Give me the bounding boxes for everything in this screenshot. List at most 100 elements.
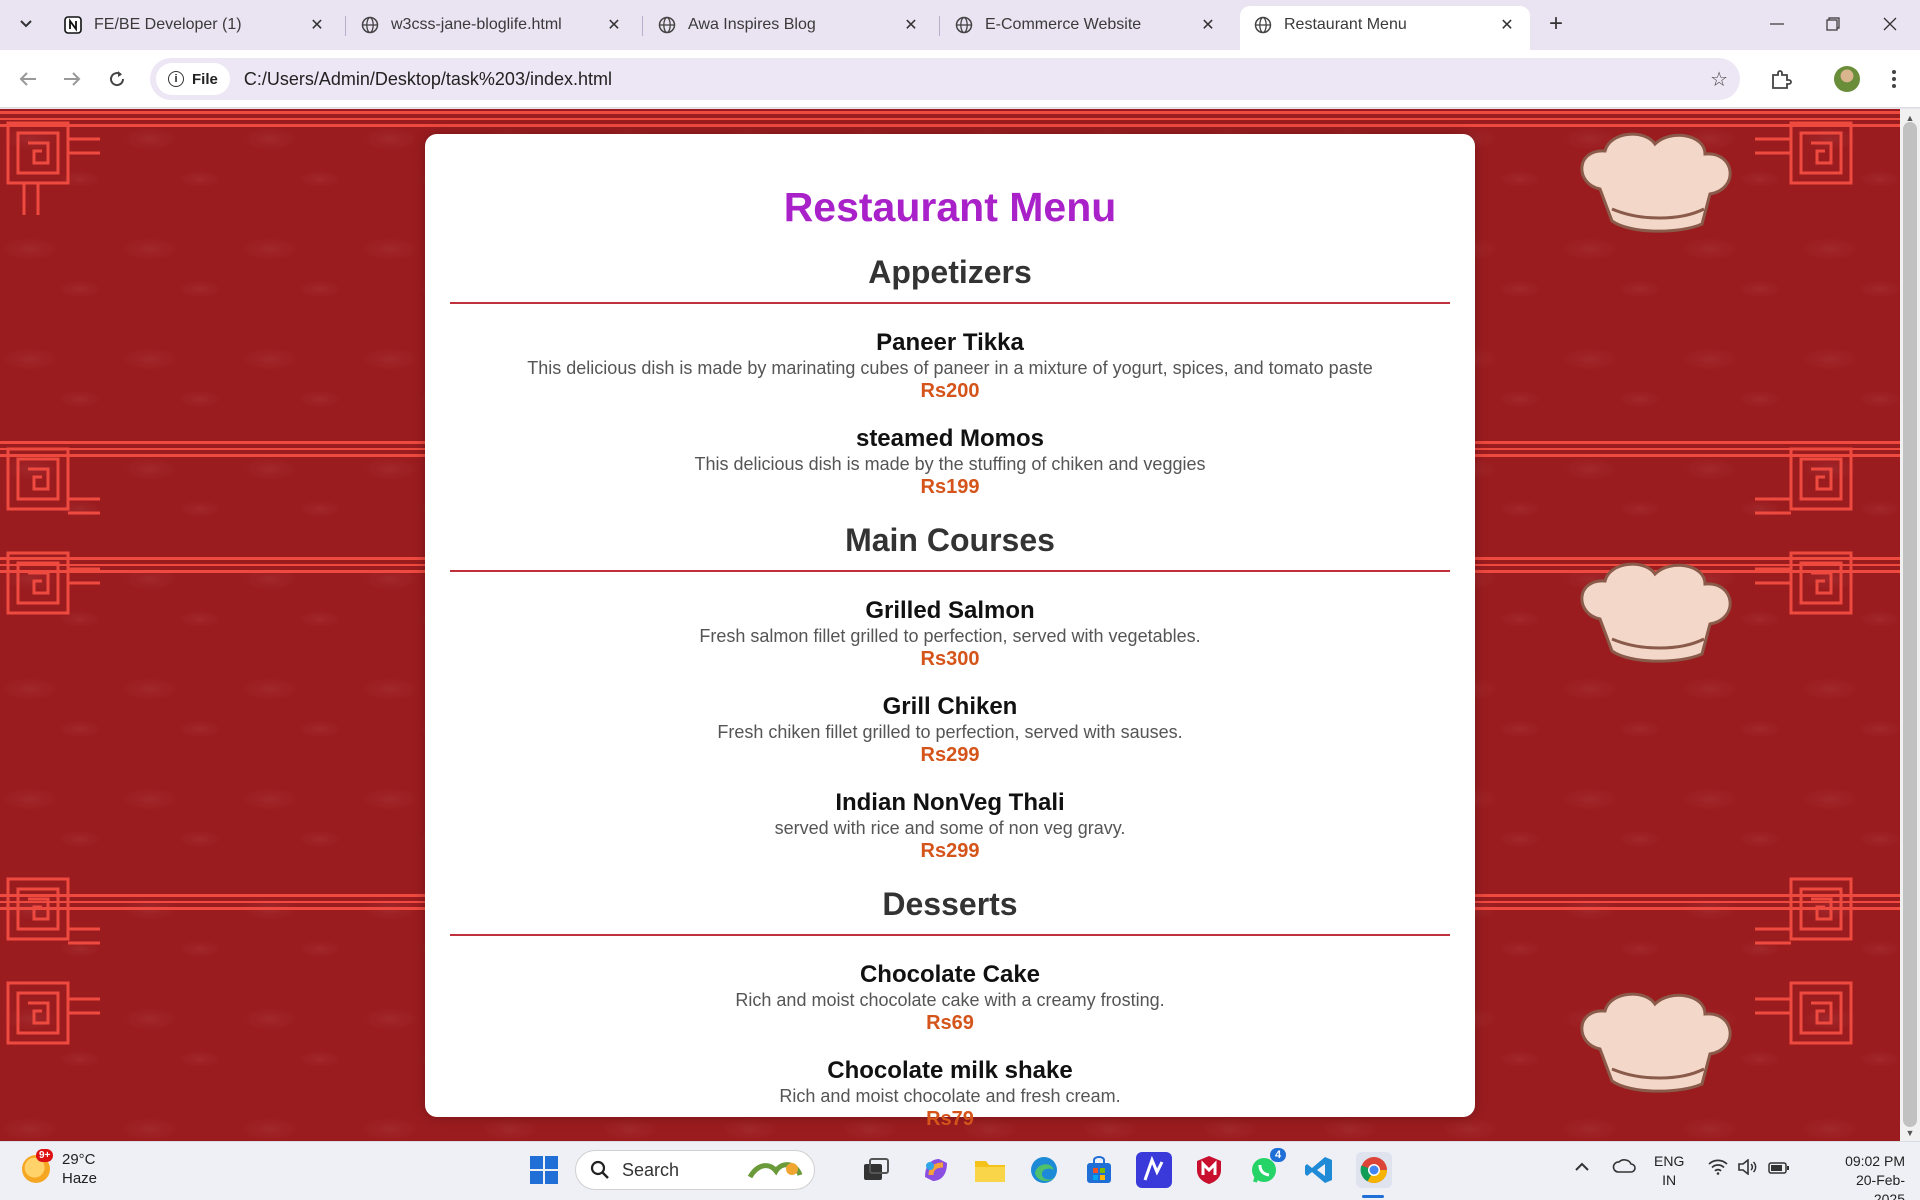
item-price: Rs79 bbox=[926, 1108, 974, 1130]
item-price: Rs299 bbox=[920, 744, 980, 766]
weather-widget[interactable]: 9+ 29°C Haze bbox=[22, 1149, 97, 1188]
section-title-main-courses: Main Courses bbox=[845, 522, 1055, 558]
chef-hat-icon bbox=[1580, 992, 1732, 1093]
window-close-button[interactable] bbox=[1870, 8, 1910, 40]
tab-ecommerce[interactable]: E-Commerce Website ✕ bbox=[941, 6, 1231, 44]
close-icon[interactable]: ✕ bbox=[308, 16, 326, 34]
arrow-right-icon bbox=[64, 72, 81, 86]
region-code: IN bbox=[1662, 1172, 1677, 1188]
item-description: This delicious dish is made by marinatin… bbox=[527, 358, 1373, 378]
section-title-desserts: Desserts bbox=[882, 886, 1018, 922]
fret-ornament-icon bbox=[1755, 121, 1853, 185]
task-view-button[interactable] bbox=[858, 1152, 894, 1188]
browser-toolbar: i File C:/Users/Admin/Desktop/task%203/i… bbox=[0, 50, 1920, 108]
copilot-icon bbox=[925, 1159, 947, 1181]
fret-ornament-icon bbox=[1755, 447, 1853, 515]
cloud-icon bbox=[1612, 1159, 1636, 1173]
tab-search-button[interactable] bbox=[12, 10, 40, 38]
back-button[interactable] bbox=[12, 63, 44, 95]
globe-icon bbox=[955, 16, 973, 34]
language-indicator[interactable]: ENG IN bbox=[1654, 1152, 1684, 1190]
item-name: Grill Chiken bbox=[882, 693, 1018, 720]
chrome-app[interactable] bbox=[1356, 1152, 1392, 1188]
temperature: 29°C bbox=[62, 1151, 96, 1168]
forward-button[interactable] bbox=[56, 63, 88, 95]
site-info-chip[interactable]: i File bbox=[156, 63, 230, 95]
show-hidden-icons-button[interactable] bbox=[1574, 1158, 1590, 1177]
close-icon[interactable]: ✕ bbox=[902, 16, 920, 34]
clock[interactable]: 09:02 PM 20-Feb-2025 bbox=[1830, 1152, 1905, 1200]
restore-icon bbox=[1826, 17, 1840, 31]
search-icon bbox=[590, 1160, 609, 1179]
new-tab-button[interactable]: + bbox=[1542, 10, 1570, 38]
scrollbar-thumb[interactable] bbox=[1903, 122, 1917, 1127]
menu-item: Indian NonVeg Thali served with rice and… bbox=[450, 790, 1450, 863]
profile-avatar[interactable] bbox=[1834, 66, 1860, 92]
browser-tab-strip: FE/BE Developer (1) ✕ w3css-jane-bloglif… bbox=[0, 0, 1920, 50]
minimize-icon bbox=[1770, 23, 1784, 25]
globe-icon bbox=[361, 16, 379, 34]
battery-icon bbox=[1768, 1162, 1789, 1174]
close-icon[interactable]: ✕ bbox=[605, 16, 623, 34]
scroll-up-icon[interactable]: ▲ bbox=[1904, 113, 1916, 123]
chevron-up-icon bbox=[1575, 1162, 1589, 1171]
task-view-icon bbox=[864, 1158, 889, 1180]
item-price: Rs199 bbox=[920, 476, 980, 498]
address-bar[interactable]: i File C:/Users/Admin/Desktop/task%203/i… bbox=[150, 58, 1740, 100]
bookmark-star-icon[interactable]: ☆ bbox=[1710, 67, 1728, 92]
taskbar-search[interactable]: Search bbox=[575, 1150, 815, 1190]
automate-icon bbox=[1143, 1156, 1164, 1181]
tab-fe-be-developer[interactable]: FE/BE Developer (1) ✕ bbox=[50, 6, 340, 44]
mcafee-app[interactable] bbox=[1191, 1152, 1227, 1188]
menu-card: Restaurant Menu Appetizers Paneer Tikka … bbox=[425, 134, 1475, 1130]
power-automate-app[interactable] bbox=[1136, 1152, 1172, 1188]
scroll-down-icon[interactable]: ▼ bbox=[1904, 1128, 1916, 1138]
microsoft-store-app[interactable] bbox=[1081, 1152, 1117, 1188]
volume-button[interactable] bbox=[1738, 1158, 1758, 1180]
item-price: Rs299 bbox=[920, 840, 980, 862]
menu-item: Grilled Salmon Fresh salmon fillet grill… bbox=[450, 598, 1450, 671]
file-explorer-app[interactable] bbox=[972, 1152, 1008, 1188]
onedrive-button[interactable] bbox=[1612, 1158, 1636, 1179]
fret-ornament-icon bbox=[1755, 877, 1853, 945]
minimize-button[interactable] bbox=[1757, 8, 1797, 40]
whatsapp-app[interactable]: 4 bbox=[1246, 1148, 1287, 1188]
start-button[interactable] bbox=[526, 1152, 562, 1188]
item-description: Fresh salmon fillet grilled to perfectio… bbox=[699, 626, 1201, 646]
menu-item: steamed Momos This delicious dish is mad… bbox=[450, 425, 1450, 499]
clock-date: 20-Feb-2025 bbox=[1855, 1172, 1905, 1200]
section-divider bbox=[450, 934, 1450, 936]
close-icon[interactable]: ✕ bbox=[1199, 16, 1217, 34]
menu-item: Chocolate Cake Rich and moist chocolate … bbox=[450, 962, 1450, 1035]
vscode-app[interactable] bbox=[1301, 1152, 1337, 1188]
wifi-button[interactable] bbox=[1708, 1159, 1728, 1180]
item-name: steamed Momos bbox=[855, 425, 1045, 452]
fret-ornament-icon bbox=[6, 121, 100, 215]
tab-restaurant-menu[interactable]: Restaurant Menu ✕ bbox=[1240, 6, 1530, 50]
menu-item: Paneer Tikka This delicious dish is made… bbox=[450, 330, 1450, 403]
battery-button[interactable] bbox=[1768, 1160, 1790, 1179]
reload-button[interactable] bbox=[101, 63, 133, 95]
puzzle-icon bbox=[1772, 70, 1792, 89]
tab-w3css-blog[interactable]: w3css-jane-bloglife.html ✕ bbox=[347, 6, 637, 44]
item-price: Rs200 bbox=[920, 380, 980, 402]
item-price: Rs69 bbox=[926, 1012, 974, 1034]
fret-ornament-icon bbox=[6, 981, 100, 1045]
chef-hat-icon bbox=[1580, 562, 1732, 663]
edge-app[interactable] bbox=[1026, 1152, 1062, 1188]
store-icon bbox=[1087, 1156, 1111, 1183]
browser-menu-button[interactable] bbox=[1878, 63, 1910, 95]
search-highlight-icon bbox=[747, 1162, 803, 1179]
tab-label: w3css-jane-bloglife.html bbox=[391, 16, 562, 33]
url-text[interactable]: C:/Users/Admin/Desktop/task%203/index.ht… bbox=[244, 69, 612, 90]
notion-icon bbox=[64, 16, 82, 34]
close-icon[interactable]: ✕ bbox=[1498, 16, 1516, 34]
copilot-app[interactable] bbox=[918, 1152, 954, 1188]
decorative-band bbox=[0, 111, 1900, 127]
restore-button[interactable] bbox=[1813, 8, 1853, 40]
tab-awa-inspires[interactable]: Awa Inspires Blog ✕ bbox=[644, 6, 934, 44]
extensions-button[interactable] bbox=[1765, 63, 1797, 95]
chrome-icon bbox=[1360, 1157, 1388, 1184]
windows-logo-icon bbox=[530, 1156, 558, 1184]
info-icon: i bbox=[168, 71, 184, 87]
